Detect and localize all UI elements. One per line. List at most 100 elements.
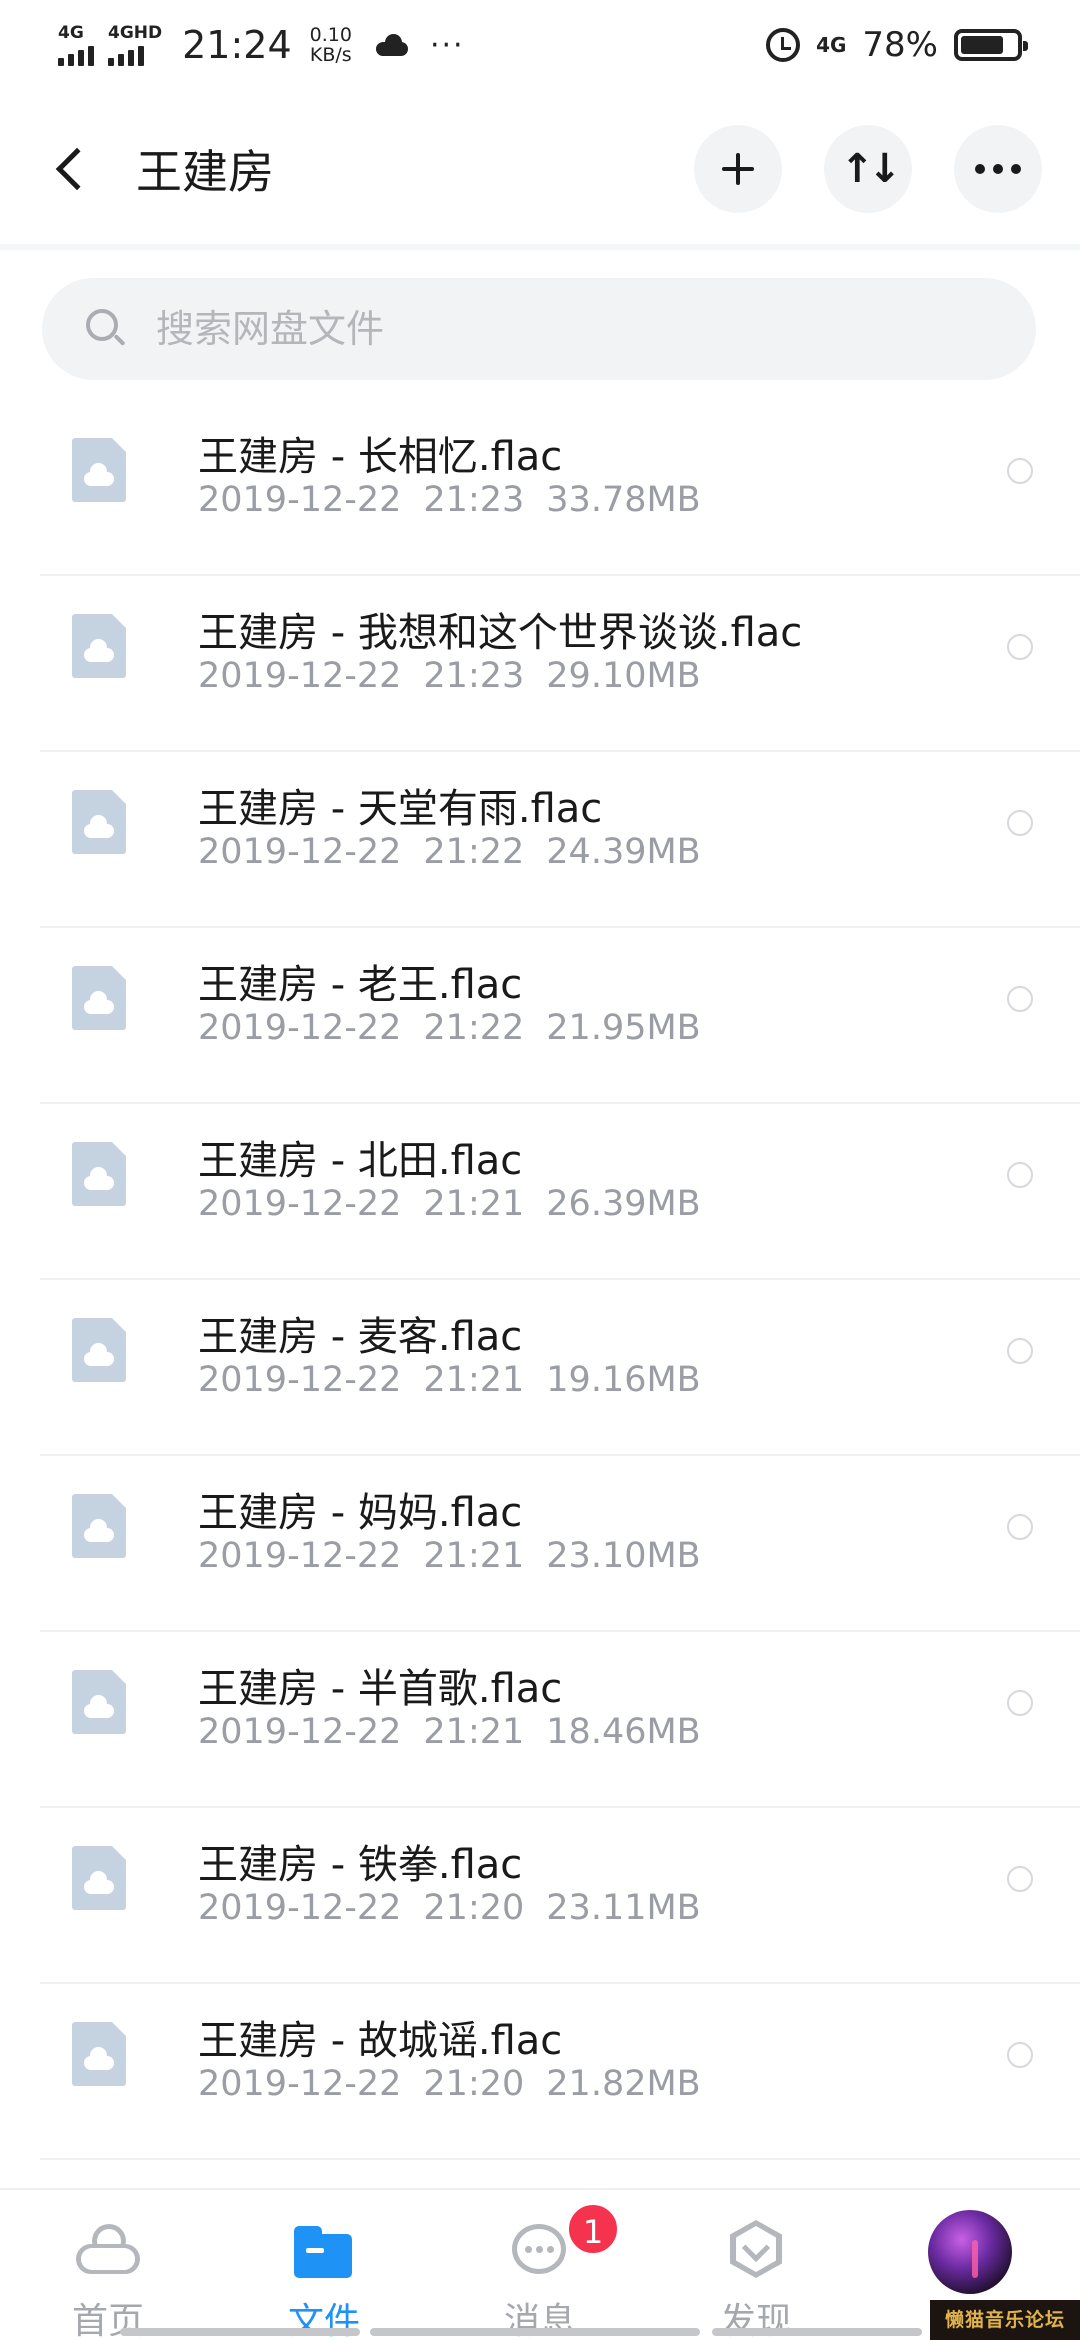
cloud-file-icon [72, 1670, 126, 1734]
search-bar[interactable] [42, 278, 1036, 380]
file-list: 王建房 - 长相忆.flac 2019-12-22 21:23 33.78MB 王建… [0, 400, 1080, 2160]
file-size: 18.46MB [546, 1712, 701, 1752]
sim2-label: 4GHD [108, 22, 163, 43]
file-time: 21:23 [423, 480, 525, 520]
file-size: 29.10MB [546, 656, 701, 696]
select-radio[interactable] [1007, 986, 1033, 1012]
file-time: 21:22 [423, 1008, 525, 1048]
select-radio[interactable] [1007, 2042, 1033, 2068]
file-size: 24.39MB [546, 832, 701, 872]
file-date: 2019-12-22 [198, 656, 402, 696]
net-speed-unit: KB/s [309, 44, 352, 66]
file-date: 2019-12-22 [198, 2064, 402, 2104]
file-meta: 2019-12-22 21:22 21.95MB [198, 1008, 701, 1048]
file-meta: 2019-12-22 21:20 21.82MB [198, 2064, 701, 2104]
battery-icon [954, 29, 1028, 61]
file-name: 王建房 - 故城谣.flac [198, 2018, 563, 2064]
file-row[interactable]: 王建房 - 我想和这个世界谈谈.flac 2019-12-22 21:23 29.1… [0, 576, 1080, 752]
file-row[interactable]: 王建房 - 麦客.flac 2019-12-22 21:21 19.16MB [0, 1280, 1080, 1456]
select-radio[interactable] [1007, 810, 1033, 836]
select-radio[interactable] [1007, 1162, 1033, 1188]
file-name: 王建房 - 半首歌.flac [198, 1666, 563, 1712]
file-date: 2019-12-22 [198, 1536, 402, 1576]
file-name: 王建房 - 我想和这个世界谈谈.flac [198, 610, 803, 656]
file-size: 33.78MB [546, 480, 701, 520]
file-date: 2019-12-22 [198, 1888, 402, 1928]
battery-fill [961, 36, 1004, 54]
select-radio[interactable] [1007, 1690, 1033, 1716]
watermark: 懒猫音乐论坛 [930, 2300, 1080, 2340]
file-row[interactable]: 王建房 - 长相忆.flac 2019-12-22 21:23 33.78MB [0, 400, 1080, 576]
cloud-sync-icon [374, 32, 410, 58]
file-row[interactable]: 王建房 - 半首歌.flac 2019-12-22 21:21 18.46MB [0, 1632, 1080, 1808]
bottom-nav: 首页 文件 1 消息 发现 [0, 2188, 1080, 2340]
tab-discover[interactable]: 发现 [648, 2190, 864, 2340]
back-arrow-icon[interactable] [55, 147, 99, 191]
search-input[interactable] [156, 307, 956, 351]
select-radio[interactable] [1007, 1866, 1033, 1892]
page-header: 王建房 ↑↓ [0, 110, 1080, 228]
file-size: 21.95MB [546, 1008, 701, 1048]
select-radio[interactable] [1007, 634, 1033, 660]
header-actions: ↑↓ [694, 125, 1042, 213]
file-size: 21.82MB [546, 2064, 701, 2104]
sort-icon: ↑↓ [840, 146, 901, 192]
file-row[interactable]: 王建房 - 铁拳.flac 2019-12-22 21:20 23.11MB [0, 1808, 1080, 1984]
more-icon [975, 164, 1021, 174]
file-row[interactable]: 王建房 - 北田.flac 2019-12-22 21:21 26.39MB [0, 1104, 1080, 1280]
file-name: 王建房 - 麦客.flac [198, 1314, 523, 1360]
sort-button[interactable]: ↑↓ [824, 125, 912, 213]
select-radio[interactable] [1007, 1514, 1033, 1540]
tab-home[interactable]: 首页 [0, 2190, 216, 2340]
avatar[interactable] [928, 2210, 1012, 2294]
file-size: 19.16MB [546, 1360, 701, 1400]
file-time: 21:21 [423, 1360, 525, 1400]
file-name: 王建房 - 北田.flac [198, 1138, 523, 1184]
file-meta: 2019-12-22 21:21 18.46MB [198, 1712, 701, 1752]
status-more-indicator: ··· [429, 27, 465, 63]
tab-files[interactable]: 文件 [216, 2190, 432, 2340]
file-date: 2019-12-22 [198, 1712, 402, 1752]
cloud-file-icon [72, 438, 126, 502]
file-date: 2019-12-22 [198, 1184, 402, 1224]
cloud-file-icon [72, 1318, 126, 1382]
gesture-bar [370, 2328, 700, 2336]
file-size: 23.11MB [546, 1888, 701, 1928]
file-time: 21:20 [423, 1888, 525, 1928]
file-date: 2019-12-22 [198, 1360, 402, 1400]
file-row[interactable]: 王建房 - 故城谣.flac 2019-12-22 21:20 21.82MB [0, 1984, 1080, 2160]
add-button[interactable] [694, 125, 782, 213]
cloud-file-icon [72, 1846, 126, 1910]
file-time: 21:22 [423, 832, 525, 872]
gesture-bar [712, 2328, 922, 2336]
app-screen: 4G 4GHD 21:24 0.10 KB/s ··· 4G 78% 王建房 ↑… [0, 0, 1080, 2340]
cloud-file-icon [72, 614, 126, 678]
messages-badge: 1 [566, 2202, 620, 2256]
file-name: 王建房 - 长相忆.flac [198, 434, 563, 480]
file-time: 21:21 [423, 1712, 525, 1752]
chat-bubble-icon [508, 2218, 572, 2282]
network-type: 4G [816, 33, 847, 57]
more-button[interactable] [954, 125, 1042, 213]
file-meta: 2019-12-22 21:21 26.39MB [198, 1184, 701, 1224]
file-row[interactable]: 王建房 - 天堂有雨.flac 2019-12-22 21:22 24.39MB [0, 752, 1080, 928]
file-size: 26.39MB [546, 1184, 701, 1224]
tab-messages[interactable]: 1 消息 [432, 2190, 648, 2340]
file-row[interactable]: 王建房 - 妈妈.flac 2019-12-22 21:21 23.10MB [0, 1456, 1080, 1632]
sim2-signal-icon: 4GHD [108, 22, 163, 66]
file-meta: 2019-12-22 21:22 24.39MB [198, 832, 701, 872]
status-left: 4G 4GHD 21:24 0.10 KB/s ··· [58, 23, 465, 67]
file-date: 2019-12-22 [198, 1008, 402, 1048]
file-row[interactable]: 王建房 - 老王.flac 2019-12-22 21:22 21.95MB [0, 928, 1080, 1104]
folder-icon [292, 2218, 356, 2282]
battery-percent: 78% [862, 25, 938, 65]
cloud-home-icon [76, 2218, 140, 2282]
file-name: 王建房 - 妈妈.flac [198, 1490, 523, 1536]
file-meta: 2019-12-22 21:23 33.78MB [198, 480, 701, 520]
file-meta: 2019-12-22 21:23 29.10MB [198, 656, 701, 696]
select-radio[interactable] [1007, 458, 1033, 484]
net-speed: 0.10 KB/s [310, 25, 352, 65]
select-radio[interactable] [1007, 1338, 1033, 1364]
gesture-bar [120, 2328, 360, 2336]
plus-icon [722, 153, 754, 185]
